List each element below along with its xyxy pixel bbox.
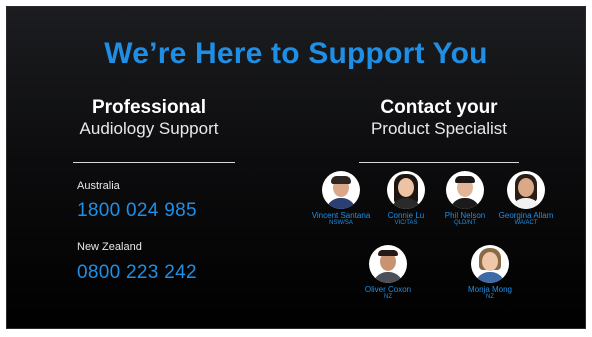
specialist-name: Phil Nelson xyxy=(444,211,486,220)
specialist-card: Georgina Allam WA/ACT xyxy=(491,171,561,227)
specialist-heading: Contact your Product Specialist xyxy=(341,97,537,139)
phone-new-zealand[interactable]: 0800 223 242 xyxy=(77,262,197,284)
specialist-name: Monja Mong xyxy=(467,285,513,294)
region-australia: Australia xyxy=(77,180,120,192)
specialist-region: QLD/NT xyxy=(453,220,476,226)
specialist-region: WA/ACT xyxy=(514,220,538,226)
specialist-region: NZ xyxy=(486,294,494,300)
specialist-heading-sub: Product Specialist xyxy=(370,119,508,138)
specialist-name: Georgina Allam xyxy=(498,211,554,220)
divider-right xyxy=(359,162,519,163)
audiology-heading-sub: Audiology Support xyxy=(79,119,219,138)
specialist-card: Phil Nelson QLD/NT xyxy=(430,171,500,227)
divider-left xyxy=(73,162,235,163)
person-photo-icon xyxy=(446,171,484,209)
specialist-region: NZ xyxy=(384,294,392,300)
audiology-heading: Professional Audiology Support xyxy=(67,97,231,139)
person-photo-icon xyxy=(369,245,407,283)
person-photo-icon xyxy=(387,171,425,209)
person-photo-icon xyxy=(471,245,509,283)
specialist-heading-bold: Contact your xyxy=(380,97,498,118)
audiology-heading-bold: Professional xyxy=(91,97,207,118)
page: We’re Here to Support You Professional A… xyxy=(0,0,592,337)
person-photo-icon xyxy=(507,171,545,209)
phone-australia[interactable]: 1800 024 985 xyxy=(77,200,197,222)
person-photo-icon xyxy=(322,171,360,209)
specialist-card: Monja Mong NZ xyxy=(455,245,525,301)
specialist-region: NSW/SA xyxy=(329,220,353,226)
specialist-name: Oliver Coxon xyxy=(364,285,412,294)
specialist-card: Oliver Coxon NZ xyxy=(353,245,423,301)
slide: We’re Here to Support You Professional A… xyxy=(6,6,586,329)
specialist-card: Vincent Santana NSW/SA xyxy=(306,171,376,227)
specialist-name: Vincent Santana xyxy=(311,211,371,220)
slide-title: We’re Here to Support You xyxy=(104,37,488,70)
region-new-zealand: New Zealand xyxy=(77,241,142,253)
